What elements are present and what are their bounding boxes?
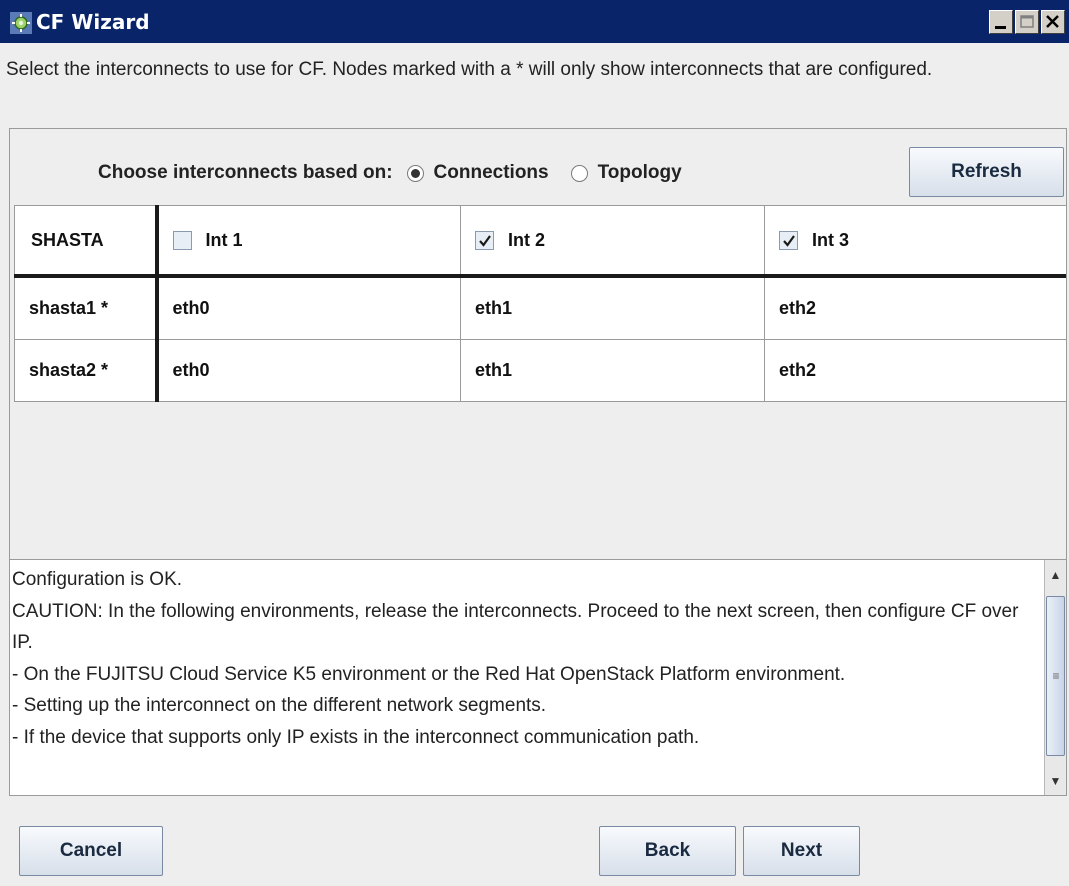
interface-cell[interactable]: eth2 (764, 339, 1066, 402)
int2-checkbox[interactable] (475, 230, 494, 250)
interface-cell[interactable]: eth0 (156, 339, 461, 402)
interface-cell[interactable]: eth2 (764, 275, 1066, 340)
message-line: - Setting up the interconnect on the dif… (12, 695, 547, 717)
interconnect-header-3: Int 3 (764, 205, 1066, 278)
int1-label: Int 1 (205, 229, 243, 250)
radio-connections-label: Connections (433, 162, 549, 183)
instructions-text: Select the interconnects to use for CF. … (6, 59, 933, 80)
table-row: shasta1 * eth0 eth1 eth2 (14, 275, 1066, 340)
basis-label: Choose interconnects based on: (98, 162, 393, 183)
back-button[interactable]: Back (599, 826, 736, 876)
radio-connections[interactable]: Connections (406, 162, 549, 184)
scroll-up-arrow-icon[interactable]: ▲ (1045, 564, 1066, 586)
int2-label: Int 2 (508, 229, 546, 250)
interface-cell[interactable]: eth0 (156, 275, 461, 340)
message-line: CAUTION: In the following environments, … (12, 600, 1019, 654)
cf-wizard-window: CF Wizard Select the interconnects to us… (0, 0, 1069, 886)
interconnect-basis-selector: Choose interconnects based on: Connectio… (98, 159, 704, 187)
message-line: - On the FUJITSU Cloud Service K5 enviro… (12, 663, 846, 685)
checkmark-icon (479, 235, 491, 247)
table-row: shasta2 * eth0 eth1 eth2 (14, 339, 1066, 402)
node-name-cell: shasta2 * (14, 339, 159, 402)
maximize-button[interactable] (1015, 10, 1039, 34)
grip-icon: ≡ (1052, 669, 1060, 683)
radio-topology[interactable]: Topology (570, 162, 682, 184)
int3-label: Int 3 (812, 229, 850, 250)
message-text: Configuration is OK. CAUTION: In the fol… (12, 564, 1042, 754)
checkmark-icon (783, 235, 795, 247)
next-button[interactable]: Next (743, 826, 860, 876)
window-title: CF Wizard (36, 10, 150, 34)
message-line: - If the device that supports only IP ex… (12, 726, 700, 748)
message-area[interactable]: Configuration is OK. CAUTION: In the fol… (10, 559, 1066, 795)
radio-unselected-icon (570, 164, 588, 182)
maximize-icon (1020, 15, 1034, 28)
minimize-button[interactable] (989, 10, 1013, 34)
interconnect-table: SHASTA Int 1 Int 2 Int 3 shasta1 * eth0 … (14, 205, 1066, 402)
message-line: Configuration is OK. (12, 569, 183, 590)
node-name-cell: shasta1 * (14, 275, 159, 340)
scroll-thumb[interactable]: ≡ (1046, 596, 1065, 756)
minimize-icon (995, 26, 1006, 29)
radio-selected-icon (406, 164, 424, 182)
scroll-down-arrow-icon[interactable]: ▼ (1045, 770, 1066, 792)
title-bar[interactable]: CF Wizard (0, 0, 1069, 43)
message-scrollbar[interactable]: ▲ ≡ ▼ (1044, 560, 1066, 795)
radio-topology-label: Topology (597, 162, 682, 183)
cluster-name-header: SHASTA (14, 205, 159, 278)
cancel-button[interactable]: Cancel (19, 826, 163, 876)
close-icon (1046, 15, 1059, 28)
refresh-button[interactable]: Refresh (909, 147, 1064, 197)
int1-checkbox[interactable] (172, 230, 192, 250)
interconnect-panel: Choose interconnects based on: Connectio… (9, 128, 1067, 796)
close-button[interactable] (1041, 10, 1065, 34)
interface-cell[interactable]: eth1 (460, 339, 765, 402)
app-icon (10, 12, 32, 34)
interconnect-header-2: Int 2 (460, 205, 765, 278)
interconnect-header-1: Int 1 (156, 205, 461, 278)
table-header-row: SHASTA Int 1 Int 2 Int 3 (14, 205, 1066, 278)
interface-cell[interactable]: eth1 (460, 275, 765, 340)
int3-checkbox[interactable] (779, 230, 798, 250)
